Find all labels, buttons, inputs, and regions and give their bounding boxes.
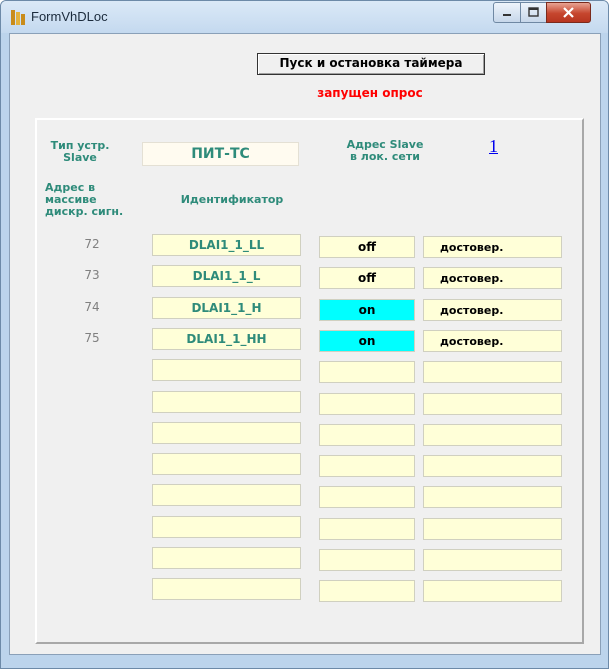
maximize-button[interactable] — [520, 2, 547, 23]
minimize-icon — [503, 14, 511, 16]
signal-identifier-field[interactable] — [152, 547, 301, 569]
polling-status: запущен опрос — [317, 86, 423, 100]
signal-identifier-field[interactable] — [152, 578, 301, 600]
signal-quality-field: достовер. — [423, 267, 562, 289]
signal-quality-field: достовер. — [423, 236, 562, 258]
close-button[interactable] — [546, 2, 591, 23]
signal-quality-field — [423, 518, 562, 540]
title-bar: FormVhDLoc — [1, 1, 608, 33]
signal-quality-field — [423, 455, 562, 477]
signal-identifier-field[interactable]: DLAI1_1_LL — [152, 234, 301, 256]
signal-identifier-field[interactable] — [152, 422, 301, 444]
signal-state-field — [319, 518, 415, 540]
signal-state-field — [319, 580, 415, 602]
signal-state-field: off — [319, 236, 415, 258]
signal-identifier-field[interactable] — [152, 453, 301, 475]
form-client-area: Пуск и остановка таймера запущен опрос Т… — [9, 33, 601, 655]
signal-identifier-field[interactable]: DLAI1_1_L — [152, 265, 301, 287]
signal-identifier-field[interactable] — [152, 359, 301, 381]
signal-quality-field — [423, 549, 562, 571]
app-icon — [11, 10, 25, 25]
signal-address: 72 — [84, 237, 100, 251]
window-title: FormVhDLoc — [31, 9, 108, 24]
start-stop-timer-button[interactable]: Пуск и остановка таймера — [257, 53, 485, 75]
signal-identifier-field[interactable] — [152, 391, 301, 413]
signal-address: 75 — [84, 331, 100, 345]
signals-panel: Тип устр. Slave ПИТ-ТС Адрес Slave в лок… — [35, 118, 584, 644]
slave-address-label: Адрес Slave в лок. сети — [346, 138, 424, 163]
signal-address: 73 — [84, 268, 100, 282]
signal-quality-field — [423, 361, 562, 383]
minimize-button[interactable] — [493, 2, 521, 23]
maximize-icon — [528, 7, 539, 17]
identifier-label: Идентификатор — [180, 193, 284, 206]
device-type-field: ПИТ-ТС — [142, 142, 299, 166]
app-window: FormVhDLoc Пуск и остановка таймера запу… — [0, 0, 609, 669]
signal-identifier-field[interactable]: DLAI1_1_HH — [152, 328, 301, 350]
signal-state-field — [319, 549, 415, 571]
signal-state-field — [319, 455, 415, 477]
signal-identifier-field[interactable]: DLAI1_1_H — [152, 297, 301, 319]
signal-state-field — [319, 393, 415, 415]
slave-address-link[interactable]: 1 — [489, 136, 498, 157]
signal-quality-field — [423, 424, 562, 446]
signal-state-field: on — [319, 299, 415, 321]
close-icon — [563, 7, 574, 18]
signal-identifier-field[interactable] — [152, 484, 301, 506]
signal-quality-field: достовер. — [423, 330, 562, 352]
signal-quality-field — [423, 486, 562, 508]
signal-state-field — [319, 361, 415, 383]
signal-state-field — [319, 424, 415, 446]
array-address-label: Адрес в массиве дискр. сигн. — [45, 181, 124, 218]
signal-state-field: off — [319, 267, 415, 289]
device-type-label: Тип устр. Slave — [50, 139, 110, 164]
signal-quality-field: достовер. — [423, 299, 562, 321]
signal-quality-field — [423, 393, 562, 415]
signal-state-field: on — [319, 330, 415, 352]
signal-address: 74 — [84, 300, 100, 314]
signal-identifier-field[interactable] — [152, 516, 301, 538]
signal-quality-field — [423, 580, 562, 602]
signal-state-field — [319, 486, 415, 508]
